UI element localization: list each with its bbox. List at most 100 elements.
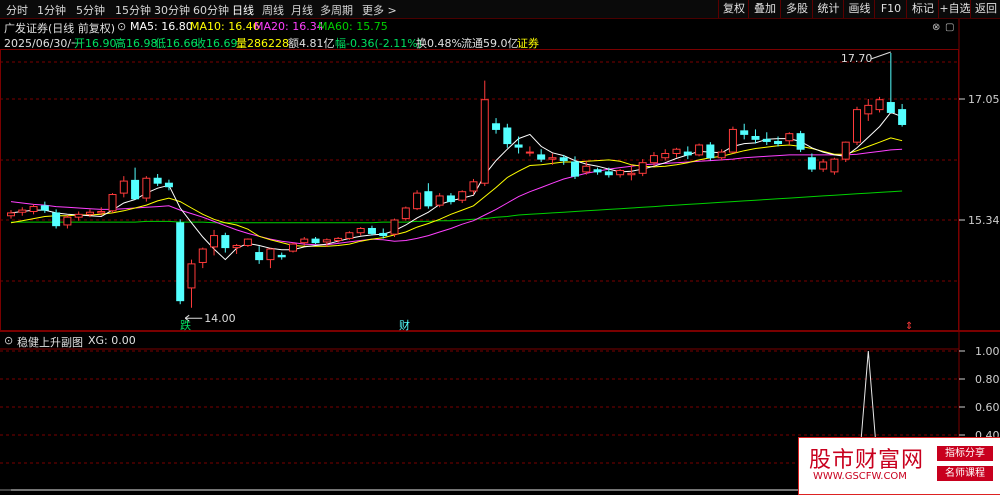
candle[interactable] (492, 118, 501, 134)
candle-body (255, 252, 264, 261)
candle[interactable] (446, 193, 455, 205)
candle-body (740, 130, 749, 135)
candle[interactable] (289, 242, 297, 253)
candle[interactable] (221, 232, 230, 253)
candle[interactable] (774, 136, 783, 147)
candle[interactable] (593, 167, 602, 175)
candle-body (469, 181, 478, 192)
candle[interactable] (413, 190, 422, 211)
candle-body (221, 235, 230, 249)
candle[interactable] (875, 96, 884, 113)
candle[interactable] (255, 246, 264, 264)
candle[interactable] (661, 149, 670, 161)
candle[interactable] (627, 164, 636, 181)
candle[interactable] (762, 132, 771, 145)
candle[interactable] (18, 207, 27, 216)
candle[interactable] (198, 247, 207, 269)
event-marker-cai[interactable]: 财 (399, 318, 410, 332)
candle-body (435, 195, 444, 206)
price-axis-bottom-label: 15.34 (968, 214, 1000, 227)
candle[interactable] (131, 167, 140, 200)
candle[interactable] (503, 123, 512, 148)
candle[interactable] (807, 153, 816, 172)
candle[interactable] (480, 80, 489, 187)
candle-body (728, 128, 737, 153)
candlestick-chart[interactable]: 17.7014.00跌财 ⇕17.0515.341.000.800.600.40 (0, 0, 1000, 493)
candle[interactable] (176, 219, 185, 305)
candle[interactable] (819, 159, 828, 172)
event-marker-die[interactable]: 跌 (180, 318, 191, 332)
price-axis-top-label: 17.05 (968, 93, 1000, 106)
candle[interactable] (537, 149, 546, 162)
candle[interactable] (266, 248, 275, 269)
candle[interactable] (785, 132, 794, 145)
candle[interactable] (728, 126, 737, 154)
candle[interactable] (458, 190, 467, 204)
candle[interactable] (243, 238, 252, 247)
candle[interactable] (424, 183, 433, 209)
sub-xg-value: XG: 0.00 (88, 334, 136, 347)
candle[interactable] (695, 143, 704, 157)
candle[interactable] (63, 215, 72, 229)
candle[interactable] (898, 103, 907, 127)
candle[interactable] (142, 176, 151, 202)
candle[interactable] (119, 176, 128, 198)
candle[interactable] (841, 141, 850, 162)
candle-body (503, 127, 512, 145)
candle[interactable] (390, 218, 399, 237)
candle[interactable] (277, 252, 286, 260)
candle[interactable] (367, 225, 376, 236)
candle[interactable] (525, 146, 534, 157)
candle-body (52, 212, 61, 227)
event-marker-red[interactable]: ⇕ (905, 321, 913, 332)
candle-body (356, 227, 365, 234)
candle[interactable] (796, 130, 805, 153)
candle[interactable] (638, 159, 647, 177)
candle[interactable] (514, 136, 523, 154)
candle-body (390, 219, 399, 235)
watermark-tag-course: 名师课程 (937, 466, 993, 481)
candle-body (401, 207, 410, 220)
candle[interactable] (401, 206, 410, 221)
candle[interactable] (187, 259, 196, 308)
candle[interactable] (74, 211, 83, 221)
candle-body (322, 239, 331, 243)
candle[interactable] (469, 178, 478, 195)
candle[interactable] (672, 147, 681, 158)
candle-body (458, 191, 467, 201)
candle[interactable] (616, 169, 625, 178)
candle[interactable] (683, 146, 692, 160)
candle[interactable] (164, 179, 173, 191)
candle-body (164, 182, 173, 188)
candle[interactable] (108, 193, 117, 213)
sub-toggle-icon[interactable]: ⊙ (4, 334, 13, 347)
candle-body (413, 192, 422, 210)
candle[interactable] (740, 123, 749, 140)
candle[interactable] (232, 244, 241, 254)
candle-body (311, 238, 320, 244)
candle[interactable] (153, 174, 162, 187)
candle[interactable] (7, 210, 15, 219)
candle[interactable] (751, 129, 760, 144)
candle[interactable] (435, 193, 444, 208)
candle[interactable] (345, 231, 354, 240)
candle[interactable] (830, 157, 839, 175)
candle-body (176, 222, 185, 302)
candle[interactable] (311, 236, 320, 245)
candle-body (661, 152, 670, 159)
candle-body (514, 144, 523, 148)
candle-body (559, 157, 568, 162)
candle-body (97, 211, 106, 214)
candle-body (751, 136, 760, 140)
candle-body (830, 158, 839, 173)
candle[interactable] (864, 99, 873, 121)
high-arrow (870, 51, 892, 60)
candle-body (345, 232, 354, 239)
candle-body (525, 151, 534, 154)
candle-body (717, 151, 726, 159)
candle[interactable] (853, 106, 861, 145)
candle[interactable] (706, 142, 715, 161)
candle-body (187, 263, 196, 289)
candle[interactable] (29, 204, 38, 215)
candle[interactable] (356, 227, 365, 236)
